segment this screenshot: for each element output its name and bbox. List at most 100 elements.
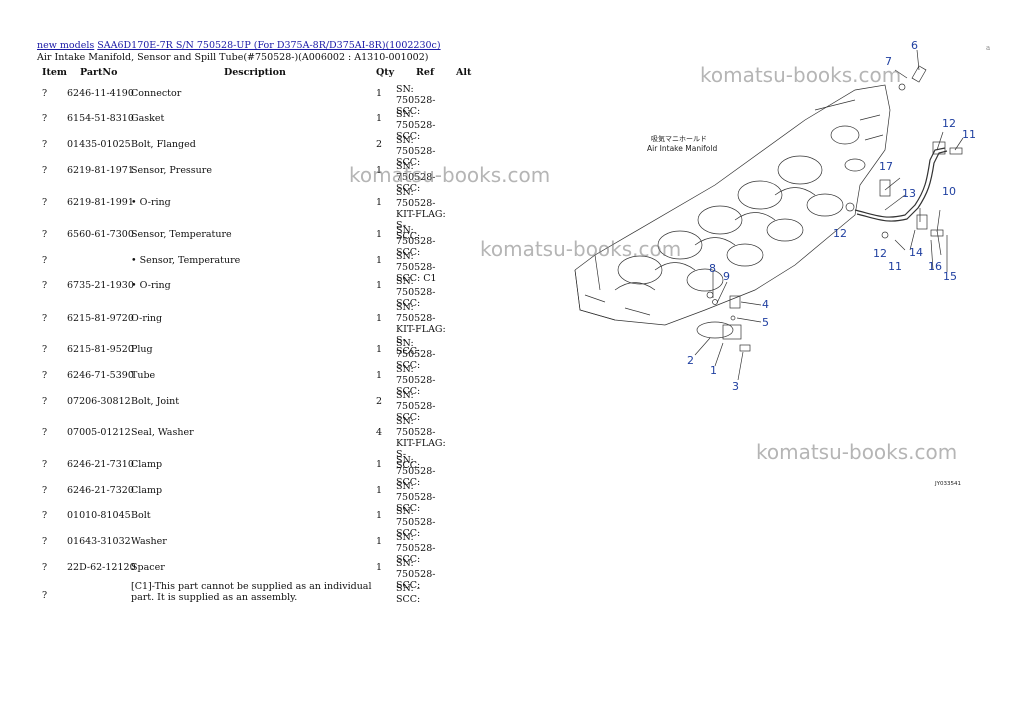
header-item: Item	[42, 67, 67, 78]
table-cell-item: ?	[42, 370, 48, 381]
table-cell-qty: 1	[376, 562, 383, 573]
table-cell-description: Connector	[131, 88, 182, 99]
table-cell-partno: 6215-81-9520	[67, 344, 134, 355]
callout-number: 3	[732, 380, 739, 393]
table-cell-partno: 6246-11-4190	[67, 88, 134, 99]
table-cell-description: Tube	[131, 370, 156, 381]
table-cell-partno: 6219-81-1991	[67, 197, 134, 208]
table-cell-item: ?	[42, 229, 48, 240]
callout-number: 6	[911, 40, 918, 52]
table-cell-qty: 1	[376, 510, 383, 521]
table-cell-item: ?	[42, 113, 48, 124]
breadcrumb-link-new-models[interactable]: new models	[37, 40, 94, 51]
table-cell-item: ?	[42, 88, 48, 99]
table-cell-item: ?	[42, 427, 48, 438]
table-cell-partno: 6560-61-7300	[67, 229, 134, 240]
table-cell-qty: 1	[376, 197, 383, 208]
figure-label-jp: 吸気マニホールド	[651, 134, 707, 143]
table-cell-item: ?	[42, 459, 48, 470]
breadcrumb-link-model[interactable]: SAA6D170E-7R S/N 750528-UP (For D375A-8R…	[97, 40, 440, 51]
header-description: Description	[224, 67, 286, 78]
callout-number: 2	[687, 354, 694, 367]
table-cell-qty: 1	[376, 485, 383, 496]
callout-number: 16	[928, 260, 942, 273]
callout-number: 5	[762, 316, 769, 329]
callout-number: 15	[943, 270, 957, 283]
table-cell-partno: 6154-51-8310	[67, 113, 134, 124]
table-cell-item: ?	[42, 197, 48, 208]
table-cell-description: Bolt	[131, 510, 151, 521]
table-cell-partno: 6735-21-1930	[67, 280, 134, 291]
callout-number: 12	[873, 247, 887, 260]
table-cell-description: Seal, Washer	[131, 427, 194, 438]
table-cell-description: • O-ring	[131, 197, 171, 208]
callout-number: 1	[710, 364, 717, 377]
table-cell-description: Clamp	[131, 485, 163, 496]
callout-number: 17	[879, 160, 893, 173]
table-cell-description: Sensor, Temperature	[131, 229, 232, 240]
table-cell-qty: 1	[376, 536, 383, 547]
table-cell-qty: 2	[376, 139, 383, 150]
table-cell-item: ?	[42, 280, 48, 291]
callout-number: 12	[833, 227, 847, 240]
table-cell-item: ?	[42, 313, 48, 324]
callout-number: 8	[709, 262, 716, 275]
table-cell-partno: 6246-71-5390	[67, 370, 134, 381]
table-cell-description: Bolt, Joint	[131, 396, 180, 407]
table-cell-item: ?	[42, 590, 48, 601]
table-cell-item: ?	[42, 255, 48, 266]
table-cell-item: ?	[42, 485, 48, 496]
table-cell-description: Gasket	[131, 113, 165, 124]
table-cell-qty: 1	[376, 313, 383, 324]
table-cell-description: Washer	[131, 536, 167, 547]
table-cell-qty: 1	[376, 344, 383, 355]
table-cell-description: Bolt, Flanged	[131, 139, 196, 150]
page-subtitle: Air Intake Manifold, Sensor and Spill Tu…	[37, 52, 429, 63]
table-cell-partno: 01643-31032	[67, 536, 131, 547]
table-cell-item: ?	[42, 165, 48, 176]
table-cell-partno: 22D-62-12120	[67, 562, 136, 573]
table-cell-item: ?	[42, 344, 48, 355]
table-cell-qty: 1	[376, 459, 383, 470]
table-cell-qty: 4	[376, 427, 383, 438]
watermark: komatsu-books.com	[756, 440, 958, 464]
header-ref: Ref	[416, 67, 435, 78]
table-cell-description: • O-ring	[131, 280, 171, 291]
callout-number: 10	[942, 185, 956, 198]
callout-number: 12	[942, 117, 956, 130]
table-cell-qty: 1	[376, 280, 383, 291]
callout-number: 14	[909, 246, 923, 259]
table-cell-description: Spacer	[131, 562, 165, 573]
callout-number: 11	[888, 260, 902, 273]
figure-label-en: Air Intake Manifold	[647, 144, 717, 153]
table-cell-partno: 6246-21-7310	[67, 459, 134, 470]
table-cell-ref: SN: - SCC:	[396, 583, 421, 605]
table-cell-item: ?	[42, 396, 48, 407]
header-partno: PartNo	[80, 67, 118, 78]
table-cell-qty: 1	[376, 255, 383, 266]
table-cell-description: [C1]-This part cannot be supplied as an …	[131, 581, 372, 603]
table-cell-partno: 07206-30812	[67, 396, 131, 407]
table-cell-partno: 01435-01025	[67, 139, 131, 150]
callout-number: 4	[762, 298, 769, 311]
table-cell-partno: 01010-81045	[67, 510, 131, 521]
figure-code: JY033541	[934, 481, 961, 487]
table-cell-description: Sensor, Pressure	[131, 165, 212, 176]
table-cell-qty: 1	[376, 229, 383, 240]
table-cell-item: ?	[42, 562, 48, 573]
table-cell-partno: 6219-81-1971	[67, 165, 134, 176]
watermark: komatsu-books.com	[700, 63, 902, 87]
callout-number: 13	[902, 187, 916, 200]
header-qty: Qty	[376, 67, 395, 78]
table-cell-partno: 07005-01212	[67, 427, 131, 438]
header-alt: Alt	[456, 67, 472, 78]
table-cell-qty: 2	[376, 396, 383, 407]
watermark: komatsu-books.com	[349, 163, 551, 187]
table-cell-item: ?	[42, 536, 48, 547]
table-cell-description: • Sensor, Temperature	[131, 255, 241, 266]
table-cell-description: Clamp	[131, 459, 163, 470]
callout-number: 11	[962, 128, 976, 141]
parts-diagram: 吸気マニホールド Air Intake Manifold JY033541 12…	[574, 40, 976, 487]
table-cell-partno: 6215-81-9720	[67, 313, 134, 324]
table-cell-item: ?	[42, 139, 48, 150]
